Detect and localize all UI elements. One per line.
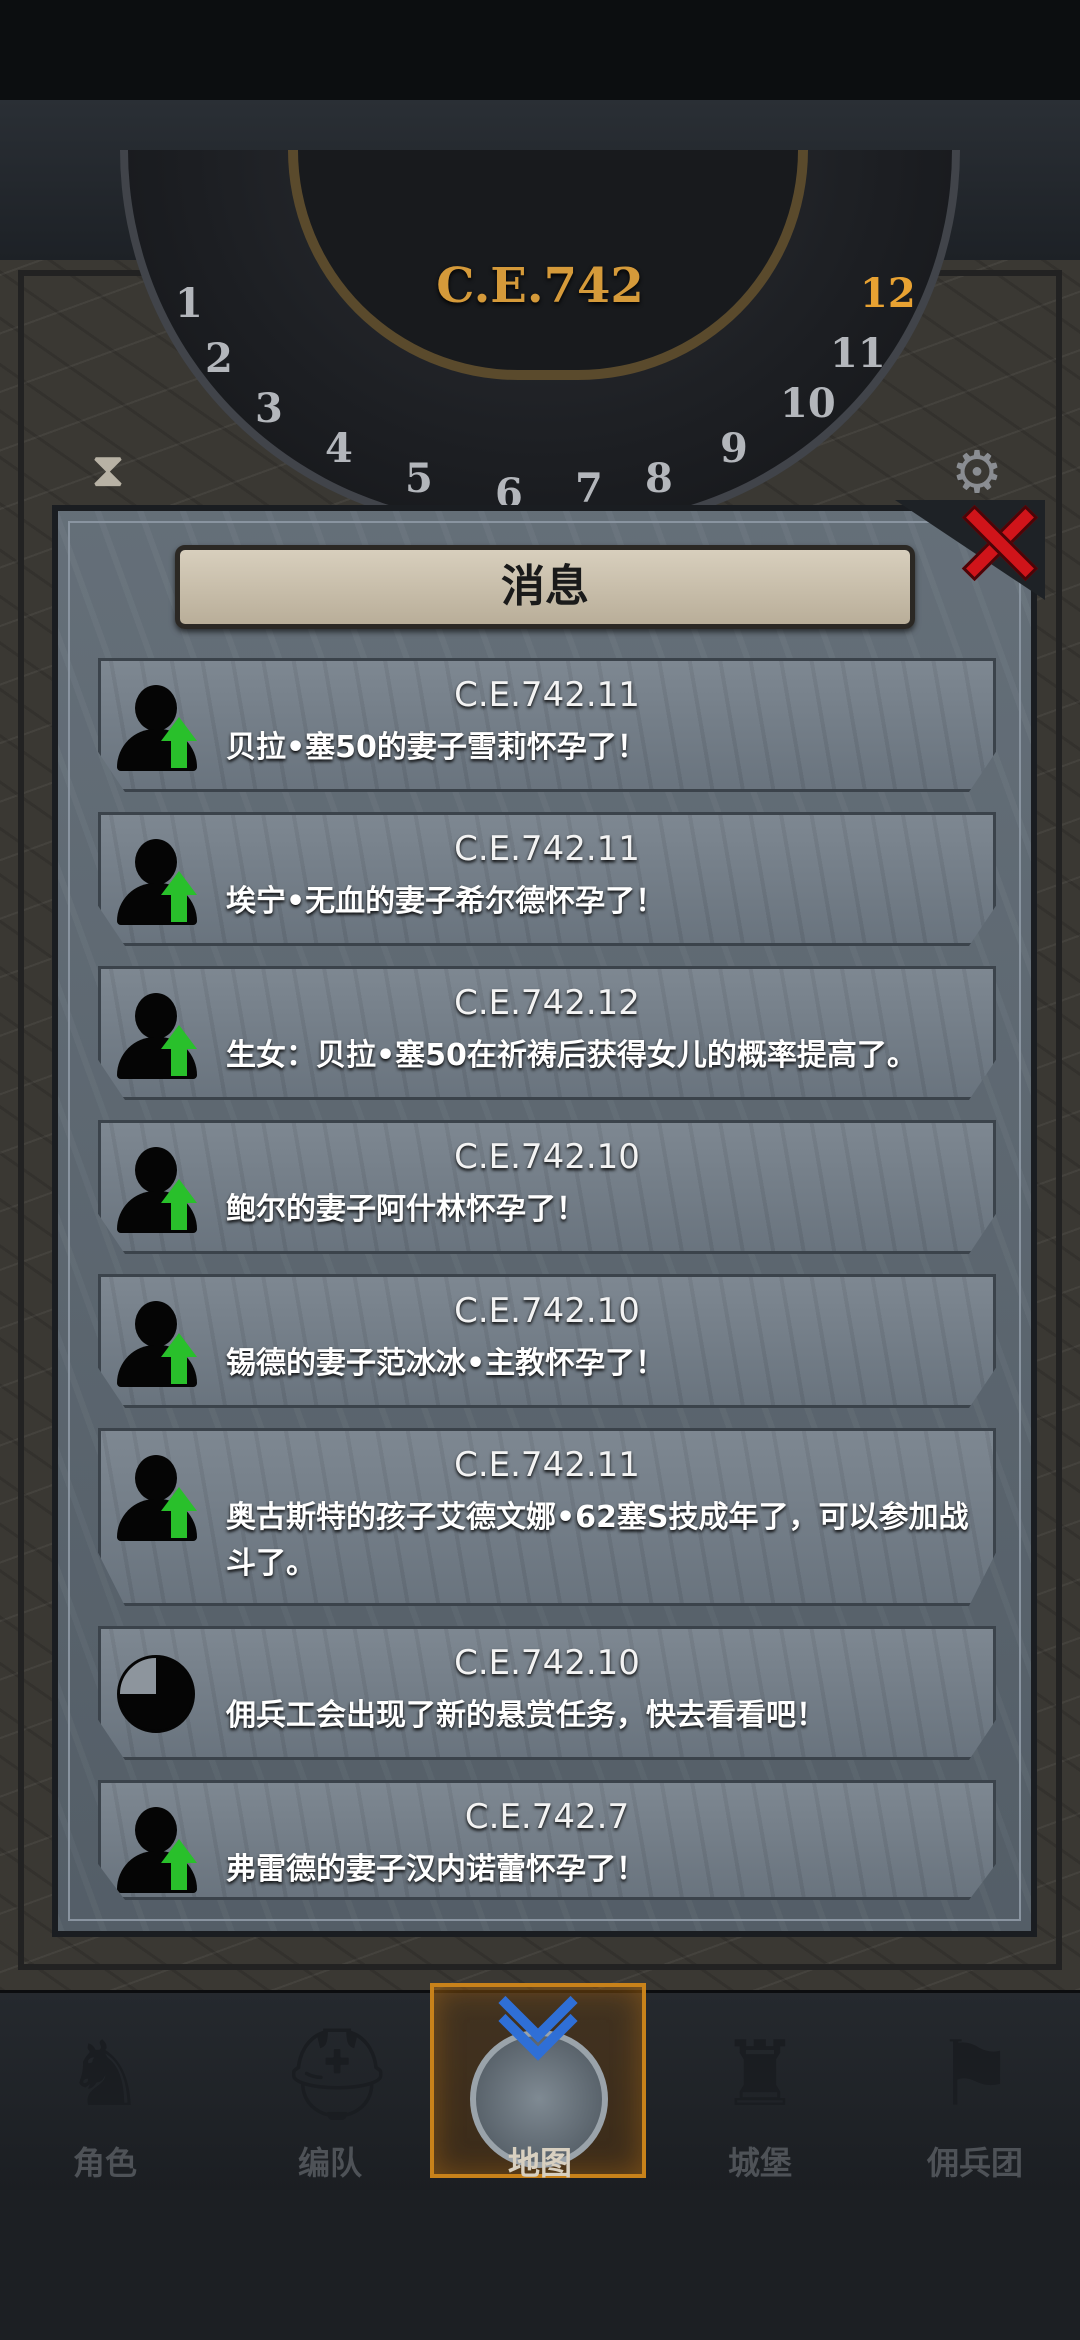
nav-label: 编队: [297, 2144, 362, 2182]
message-text: 生女：贝拉•塞50在祈祷后获得女儿的概率提高了。: [226, 1038, 917, 1073]
message-item[interactable]: C.E.742.10 锡德的妻子范冰冰•主教怀孕了！: [98, 1274, 996, 1408]
message-text: 奥古斯特的孩子艾德文娜•62塞S技成年了，可以参加战斗了。: [226, 1500, 969, 1581]
castle-icon: ♜: [719, 2022, 801, 2127]
dial-number: 2: [205, 335, 233, 382]
dial-number-current: 12: [860, 270, 916, 317]
era-label: C.E.742: [436, 258, 644, 314]
dial-number: 3: [255, 385, 283, 432]
nav-tab-formation[interactable]: ⛑ 编队: [230, 2010, 430, 2190]
dial-number: 11: [830, 330, 886, 377]
dial-number: 9: [720, 425, 748, 472]
dial-number: 8: [645, 455, 673, 502]
dialog-title: 消息: [501, 561, 589, 612]
nav-label: 佣兵团: [926, 2144, 1023, 2182]
dial-number: 10: [780, 380, 836, 427]
helmet-icon: ⛑: [280, 2022, 395, 2127]
message-item[interactable]: C.E.742.11 贝拉•塞50的妻子雪莉怀孕了！: [98, 658, 996, 792]
message-text: 佣兵工会出现了新的悬赏任务，快去看看吧！: [226, 1698, 826, 1733]
status-bar-area: [0, 0, 1080, 100]
message-text: 锡德的妻子范冰冰•主教怀孕了！: [226, 1346, 666, 1381]
knight-icon: ♞: [64, 2022, 146, 2127]
message-item[interactable]: C.E.742.11 奥古斯特的孩子艾德文娜•62塞S技成年了，可以参加战斗了。: [98, 1428, 996, 1606]
nav-label: 角色: [72, 2144, 137, 2182]
message-date: C.E.742.11: [454, 1445, 640, 1485]
message-date: C.E.742.11: [454, 829, 640, 869]
nav-tab-characters[interactable]: ♞ 角色: [5, 2010, 205, 2190]
message-item[interactable]: C.E.742.10 鲍尔的妻子阿什林怀孕了！: [98, 1120, 996, 1254]
hourglass-icon[interactable]: ⧗: [78, 440, 138, 500]
message-date: C.E.742.11: [454, 675, 640, 715]
message-text: 埃宁•无血的妻子希尔德怀孕了！: [226, 884, 666, 919]
close-icon[interactable]: [955, 500, 1039, 582]
system-nav-area: [0, 2190, 1080, 2340]
gear-icon[interactable]: ⚙: [945, 440, 1009, 504]
message-item[interactable]: C.E.742.12 生女：贝拉•塞50在祈祷后获得女儿的概率提高了。: [98, 966, 996, 1100]
message-item[interactable]: C.E.742.11 埃宁•无血的妻子希尔德怀孕了！: [98, 812, 996, 946]
message-date: C.E.742.10: [454, 1137, 640, 1177]
nav-tab-map[interactable]: 地图: [440, 2010, 640, 2190]
message-text: 贝拉•塞50的妻子雪莉怀孕了！: [226, 730, 647, 765]
message-date: C.E.742.7: [464, 1797, 630, 1837]
message-text: 鲍尔的妻子阿什林怀孕了！: [226, 1192, 586, 1227]
dialog-title-scroll: 消息: [175, 545, 915, 629]
message-date: C.E.742.10: [454, 1643, 640, 1683]
dial-number: 5: [405, 455, 433, 502]
dial-number: 1: [175, 280, 203, 327]
message-item[interactable]: C.E.742.7 弗雷德的妻子汉内诺蕾怀孕了！: [98, 1780, 996, 1900]
message-date: C.E.742.12: [454, 983, 640, 1023]
message-date: C.E.742.10: [454, 1291, 640, 1331]
nav-label: 地图: [507, 2144, 572, 2182]
nav-tab-mercenaries[interactable]: ⚑ 佣兵团: [875, 2010, 1075, 2190]
nav-tab-castle[interactable]: ♜ 城堡: [660, 2010, 860, 2190]
message-text: 弗雷德的妻子汉内诺蕾怀孕了！: [226, 1852, 646, 1887]
banner-icon: ⚑: [934, 2022, 1016, 2127]
nav-label: 城堡: [727, 2144, 792, 2182]
message-item[interactable]: C.E.742.10 佣兵工会出现了新的悬赏任务，快去看看吧！: [98, 1626, 996, 1760]
dial-number: 4: [325, 425, 353, 472]
